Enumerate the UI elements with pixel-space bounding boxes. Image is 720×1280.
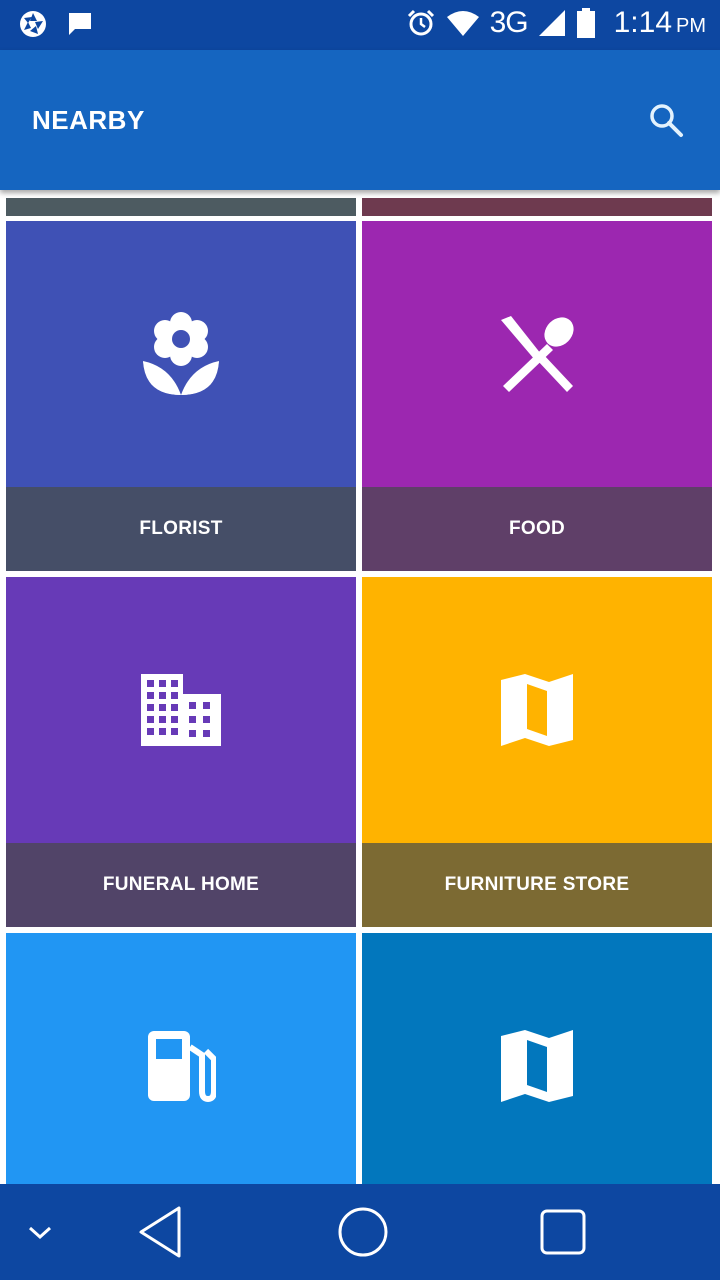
tile-label: FUNERAL HOME	[6, 843, 356, 927]
signal-icon	[538, 10, 565, 36]
tile-label: FURNITURE STORE	[362, 843, 712, 927]
search-icon	[650, 104, 683, 137]
tile-florist[interactable]: FLORIST	[6, 221, 356, 571]
partial-tile-top-right[interactable]	[362, 198, 712, 216]
tile-furniture-store[interactable]: FURNITURE STORE	[362, 577, 712, 927]
clock: 1:14 PM	[614, 6, 706, 40]
home-icon	[338, 1207, 388, 1257]
collapse-icon	[28, 1226, 52, 1240]
tile-food[interactable]: FOOD	[362, 221, 712, 571]
message-icon	[69, 13, 91, 35]
map-icon	[501, 674, 573, 746]
collapse-button[interactable]	[20, 1184, 60, 1280]
partial-tile-top-left[interactable]	[6, 198, 356, 216]
building-icon	[141, 674, 221, 746]
navigation-bar	[0, 1184, 720, 1280]
home-button[interactable]	[328, 1184, 398, 1280]
clock-time: 1:14	[613, 6, 672, 39]
status-bar: 3G 1:14 PM	[0, 0, 720, 50]
florist-icon	[143, 312, 219, 395]
back-button[interactable]	[125, 1184, 195, 1280]
back-icon	[139, 1206, 181, 1258]
app-bar: NEARBY	[0, 50, 720, 190]
category-grid: FLORIST FOOD FUNERAL HOME FURNITURE STOR…	[0, 190, 720, 1184]
alarm-icon	[407, 9, 434, 36]
clock-ampm: PM	[676, 15, 706, 37]
recents-icon	[540, 1209, 586, 1255]
gas-station-icon	[148, 1031, 216, 1103]
tile-label: FLORIST	[6, 487, 356, 571]
restaurant-icon	[501, 316, 574, 392]
tile-funeral-home[interactable]: FUNERAL HOME	[6, 577, 356, 927]
recents-button[interactable]	[528, 1184, 598, 1280]
tile-gas-station[interactable]	[6, 933, 356, 1184]
aperture-icon	[20, 11, 46, 37]
page-title: NEARBY	[32, 105, 145, 135]
tile-map[interactable]	[362, 933, 712, 1184]
map-icon	[501, 1030, 573, 1102]
battery-icon	[576, 8, 595, 38]
wifi-icon	[446, 11, 479, 36]
network-type: 3G	[489, 6, 529, 39]
search-button[interactable]	[646, 100, 686, 140]
tile-label: FOOD	[362, 487, 712, 571]
